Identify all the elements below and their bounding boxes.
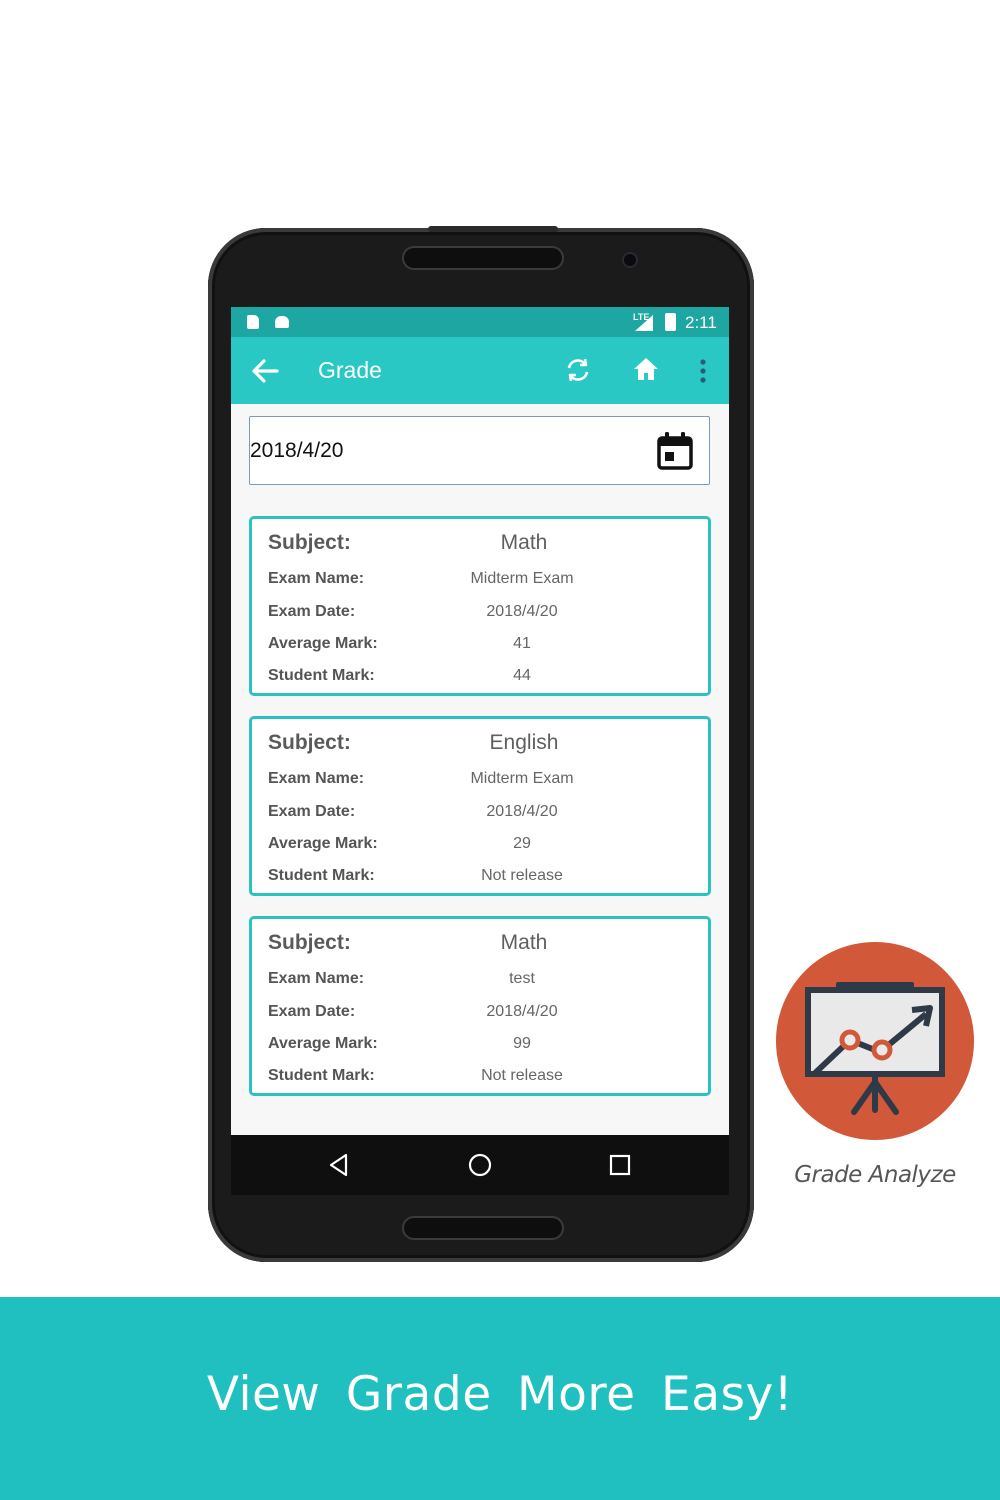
battery-icon (665, 313, 676, 331)
average-mark-value: 41 (513, 635, 531, 652)
app-bar: Grade (231, 337, 729, 404)
android-icon (275, 316, 289, 328)
grade-card[interactable]: Subject: Math Exam Name: test Exam Date:… (249, 916, 711, 1096)
exam-date-value: 2018/4/20 (486, 603, 558, 620)
average-mark-value: 29 (513, 835, 531, 852)
promo-banner: View Grade More Easy! (0, 1297, 1000, 1500)
front-camera (624, 254, 636, 266)
subject-value: Math (500, 531, 548, 554)
system-nav-bar (231, 1135, 729, 1195)
home-icon[interactable] (631, 354, 661, 384)
student-mark-label: Student Mark: (268, 1067, 375, 1084)
grade-card[interactable]: Subject: Math Exam Name: Midterm Exam Ex… (249, 516, 711, 696)
student-mark-value: Not release (481, 1067, 563, 1084)
bottom-speaker (404, 1218, 562, 1238)
subject-label: Subject: (268, 531, 351, 554)
page-title: Grade (318, 357, 382, 383)
more-vert-icon[interactable] (693, 357, 713, 385)
exam-name-value: Midterm Exam (470, 570, 574, 587)
exam-name-label: Exam Name: (268, 770, 365, 787)
exam-date-label: Exam Date: (268, 803, 356, 820)
exam-name-label: Exam Name: (268, 570, 365, 587)
exam-name-label: Exam Name: (268, 970, 365, 987)
date-picker-field[interactable]: 2018/4/20 (249, 416, 710, 485)
subject-label: Subject: (268, 731, 351, 754)
subject-value: Math (500, 931, 548, 954)
banner-text: View Grade More Easy! (206, 1367, 794, 1422)
status-bar: LTE 2:11 (231, 307, 729, 337)
subject-value: English (489, 731, 559, 754)
nav-back-icon[interactable] (327, 1152, 351, 1178)
nav-recents-icon[interactable] (609, 1154, 631, 1176)
nav-home-icon[interactable] (467, 1152, 493, 1178)
student-mark-label: Student Mark: (268, 867, 375, 884)
student-mark-value: Not release (481, 867, 563, 884)
phone-top-tab (428, 226, 558, 232)
sd-card-icon (247, 315, 259, 329)
exam-date-value: 2018/4/20 (486, 803, 558, 820)
exam-date-label: Exam Date: (268, 603, 356, 620)
student-mark-label: Student Mark: (268, 667, 375, 684)
calendar-icon[interactable] (656, 431, 694, 471)
date-value: 2018/4/20 (250, 439, 344, 462)
exam-date-label: Exam Date: (268, 1003, 356, 1020)
average-mark-label: Average Mark: (268, 1035, 378, 1052)
average-mark-label: Average Mark: (268, 635, 378, 652)
subject-label: Subject: (268, 931, 351, 954)
network-type: LTE (633, 312, 650, 322)
refresh-icon[interactable] (563, 355, 593, 385)
logo-caption: Grade Analyze (794, 1162, 956, 1188)
exam-name-value: Midterm Exam (470, 770, 574, 787)
top-speaker (404, 248, 562, 268)
app-logo-icon (776, 942, 974, 1140)
status-time: 2:11 (685, 313, 717, 332)
exam-name-value: test (509, 970, 535, 987)
phone-screen: LTE 2:11 Grade 2018/4/20 Subject: Math E… (231, 307, 729, 1135)
exam-date-value: 2018/4/20 (486, 1003, 558, 1020)
average-mark-label: Average Mark: (268, 835, 378, 852)
back-arrow-icon[interactable] (249, 355, 281, 387)
grade-card[interactable]: Subject: English Exam Name: Midterm Exam… (249, 716, 711, 896)
student-mark-value: 44 (513, 667, 531, 684)
average-mark-value: 99 (513, 1035, 531, 1052)
